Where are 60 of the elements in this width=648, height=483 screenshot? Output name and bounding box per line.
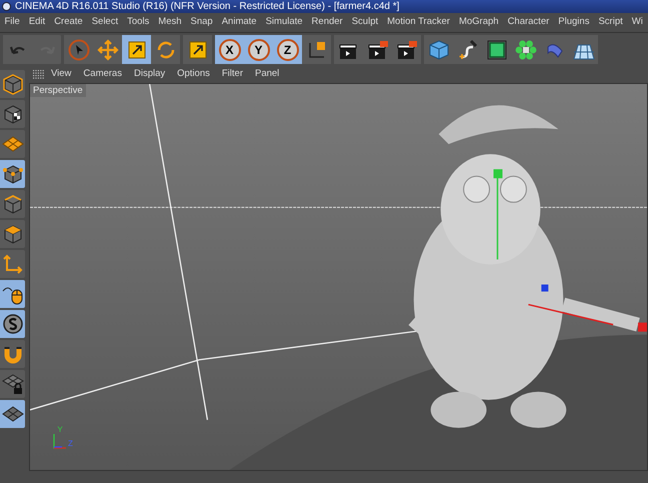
menu-item[interactable]: Script (594, 15, 628, 30)
viewport-menu-item[interactable]: Options (171, 67, 216, 82)
grid-lock-icon (2, 373, 24, 395)
tool-button[interactable] (0, 160, 25, 188)
checker-cube-icon (2, 103, 24, 125)
menu-item[interactable]: Motion Tracker (382, 15, 454, 30)
menu-item[interactable]: Animate (217, 15, 262, 30)
cursor-icon (68, 38, 90, 60)
s-circle-icon (2, 313, 24, 335)
undo-icon (10, 44, 26, 55)
menu-item[interactable]: MoGraph (454, 15, 504, 30)
tool-button[interactable] (0, 100, 25, 128)
window-title: CINEMA 4D R16.011 Studio (R16) (NFR Version - Restricted License) - [farmer4.c4d *] (15, 2, 400, 12)
tool-button[interactable] (0, 190, 25, 218)
menu-item[interactable]: Edit (24, 15, 50, 30)
scale-icon (186, 38, 208, 60)
tool-button[interactable] (0, 280, 25, 308)
menu-item[interactable]: File (0, 15, 24, 30)
viewport-menu-item[interactable]: View (45, 67, 78, 82)
menu-item[interactable]: Wi (627, 15, 648, 30)
menu-item[interactable]: Select (87, 15, 123, 30)
cube-icon (2, 73, 24, 95)
move-arrows-icon (96, 38, 118, 60)
menu-item[interactable]: Snap (186, 15, 218, 30)
tool-button[interactable] (0, 310, 25, 338)
tool-button[interactable] (0, 70, 25, 98)
cube-points-icon (2, 163, 24, 185)
axis-gizmo-icon (52, 434, 68, 450)
cube-edges-icon (2, 193, 24, 215)
viewport-menu-item[interactable]: Filter (216, 67, 249, 82)
clapperboard-icon (396, 38, 418, 60)
viewport-menu-item[interactable]: Display (128, 67, 172, 82)
flower-cubes-icon (514, 38, 536, 60)
axis-label: Y (57, 426, 63, 434)
axis-corner-icon (2, 253, 24, 275)
menu-item[interactable]: Sculpt (347, 15, 383, 30)
tool-button[interactable] (0, 400, 25, 428)
toolbar-button[interactable] (122, 35, 151, 64)
app-logo-icon (2, 2, 11, 11)
tool-button[interactable] (0, 220, 25, 248)
menu-item[interactable]: Create (50, 15, 88, 30)
menu-item[interactable]: Render (307, 15, 348, 30)
menu-item[interactable]: Plugins (554, 15, 594, 30)
menu-item[interactable]: Tools (122, 15, 154, 30)
spline-pen-icon (456, 38, 478, 60)
cube-face-icon (2, 223, 24, 245)
tool-button[interactable] (0, 340, 25, 368)
menu-item[interactable]: Character (503, 15, 554, 30)
toolbar-button[interactable] (183, 35, 212, 64)
menu-item[interactable]: Mesh (154, 15, 186, 30)
clapperboard-icon (366, 38, 388, 60)
dotted-grip-icon (33, 70, 45, 80)
viewport-label: Perspective (30, 84, 86, 97)
scale-icon (126, 38, 148, 60)
viewport-menu-item[interactable]: Panel (249, 67, 286, 82)
viewport-menu-item[interactable]: Cameras (77, 67, 128, 82)
menu-item[interactable]: Simulate (261, 15, 308, 30)
axis-label: Z (68, 440, 73, 448)
framed-cube-icon (486, 38, 508, 60)
cube-icon (428, 38, 450, 60)
